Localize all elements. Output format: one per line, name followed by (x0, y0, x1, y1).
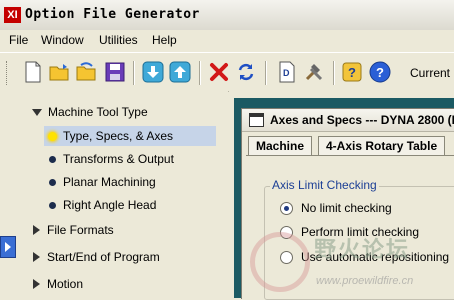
new-file-icon (25, 61, 41, 83)
arrow-up-icon (169, 61, 191, 83)
tab-strip: Machine 4-Axis Rotary Table (242, 133, 454, 155)
tree-item-label: Type, Specs, & Axes (63, 129, 174, 143)
open-folder-icon (49, 64, 69, 81)
menu-bar: File Window Utilities Help (0, 30, 454, 51)
toolbar-separator (199, 61, 201, 85)
context-help-button[interactable]: ? (340, 60, 364, 84)
tab-machine[interactable]: Machine (248, 136, 313, 155)
tree-item-machine-tool-type[interactable]: Machine Tool Type (32, 102, 148, 122)
toolbar-grip[interactable] (6, 61, 10, 85)
tree-item-file-formats[interactable]: File Formats (33, 220, 114, 240)
help-circle-icon: ? (369, 61, 391, 83)
watermark-url: www.proewildfire.cn (316, 275, 414, 287)
svg-text:?: ? (376, 65, 384, 80)
title-bar: XI Option File Generator (0, 0, 454, 31)
tree-item-label: Start/End of Program (47, 250, 160, 264)
tree-item-label: File Formats (47, 223, 114, 237)
tree-item-label: Planar Machining (63, 175, 156, 189)
new-file-button[interactable] (21, 60, 45, 84)
tree-item-label: Transforms & Output (63, 152, 174, 166)
help-cursor-icon: ? (342, 62, 362, 82)
tree-item-right-angle-head[interactable]: Right Angle Head (49, 195, 156, 215)
refresh-icon (238, 63, 254, 81)
internal-window-title: Axes and Specs --- DYNA 2800 (D (270, 113, 454, 127)
tree-item-start-end-program[interactable]: Start/End of Program (33, 247, 160, 267)
tree-item-label: Machine Tool Type (48, 105, 148, 119)
selected-star-icon (48, 131, 57, 141)
move-up-button[interactable] (168, 60, 192, 84)
red-x-icon (210, 63, 228, 81)
app-logo: XI (4, 7, 21, 23)
toolbar-separator (333, 61, 335, 85)
option-label: No limit checking (301, 201, 392, 215)
toolbar-separator (133, 61, 135, 85)
internal-window-titlebar[interactable]: Axes and Specs --- DYNA 2800 (D (242, 109, 454, 132)
document-icon: D (279, 61, 295, 83)
save-button[interactable] (103, 60, 127, 84)
tree-item-transforms-output[interactable]: Transforms & Output (49, 149, 174, 169)
document-button[interactable]: D (275, 60, 299, 84)
tree-item-type-specs-axes[interactable]: Type, Specs, & Axes (44, 126, 216, 146)
radio-button[interactable] (280, 201, 293, 215)
toolbar: D ? ? Current (0, 52, 454, 92)
menu-file[interactable]: File (9, 33, 28, 47)
window-title: Option File Generator (25, 7, 200, 22)
open-folder-button[interactable] (75, 60, 99, 84)
svg-text:?: ? (348, 65, 356, 80)
expand-right-icon[interactable] (33, 252, 40, 262)
tools-button[interactable] (302, 60, 326, 84)
watermark-text: 野火论坛 (314, 238, 411, 263)
save-disk-icon (105, 62, 125, 82)
tree-item-planar-machining[interactable]: Planar Machining (49, 172, 156, 192)
delete-button[interactable] (207, 60, 231, 84)
move-down-button[interactable] (141, 60, 165, 84)
tree-item-motion[interactable]: Motion (33, 274, 83, 294)
axis-limit-group-title: Axis Limit Checking (270, 178, 379, 192)
tree-item-label: Right Angle Head (63, 198, 157, 212)
watermark-logo (250, 232, 310, 292)
current-label: Current (410, 66, 451, 80)
window-icon (249, 113, 264, 127)
toolbar-separator (265, 61, 267, 85)
tab-4-axis-rotary-table[interactable]: 4-Axis Rotary Table (318, 136, 446, 155)
help-button[interactable]: ? (368, 60, 392, 84)
hammer-wrench-icon (305, 64, 323, 81)
expand-right-icon[interactable] (33, 279, 40, 289)
bullet-icon (49, 178, 56, 186)
arrow-down-icon (142, 61, 164, 83)
option-no-limit-checking[interactable]: No limit checking (280, 201, 392, 215)
folder-arrow-icon (76, 62, 96, 81)
menu-window[interactable]: Window (41, 33, 84, 47)
expand-right-icon[interactable] (33, 225, 40, 235)
collapse-panel-tab[interactable] (0, 236, 16, 258)
menu-help[interactable]: Help (152, 33, 177, 47)
bullet-icon (49, 201, 56, 209)
menu-utilities[interactable]: Utilities (99, 33, 138, 47)
bullet-icon (49, 155, 56, 163)
open-file-button[interactable] (48, 60, 72, 84)
tree-item-label: Motion (47, 277, 84, 291)
expand-down-icon[interactable] (32, 108, 42, 116)
svg-text:D: D (283, 68, 290, 78)
refresh-button[interactable] (234, 60, 258, 84)
